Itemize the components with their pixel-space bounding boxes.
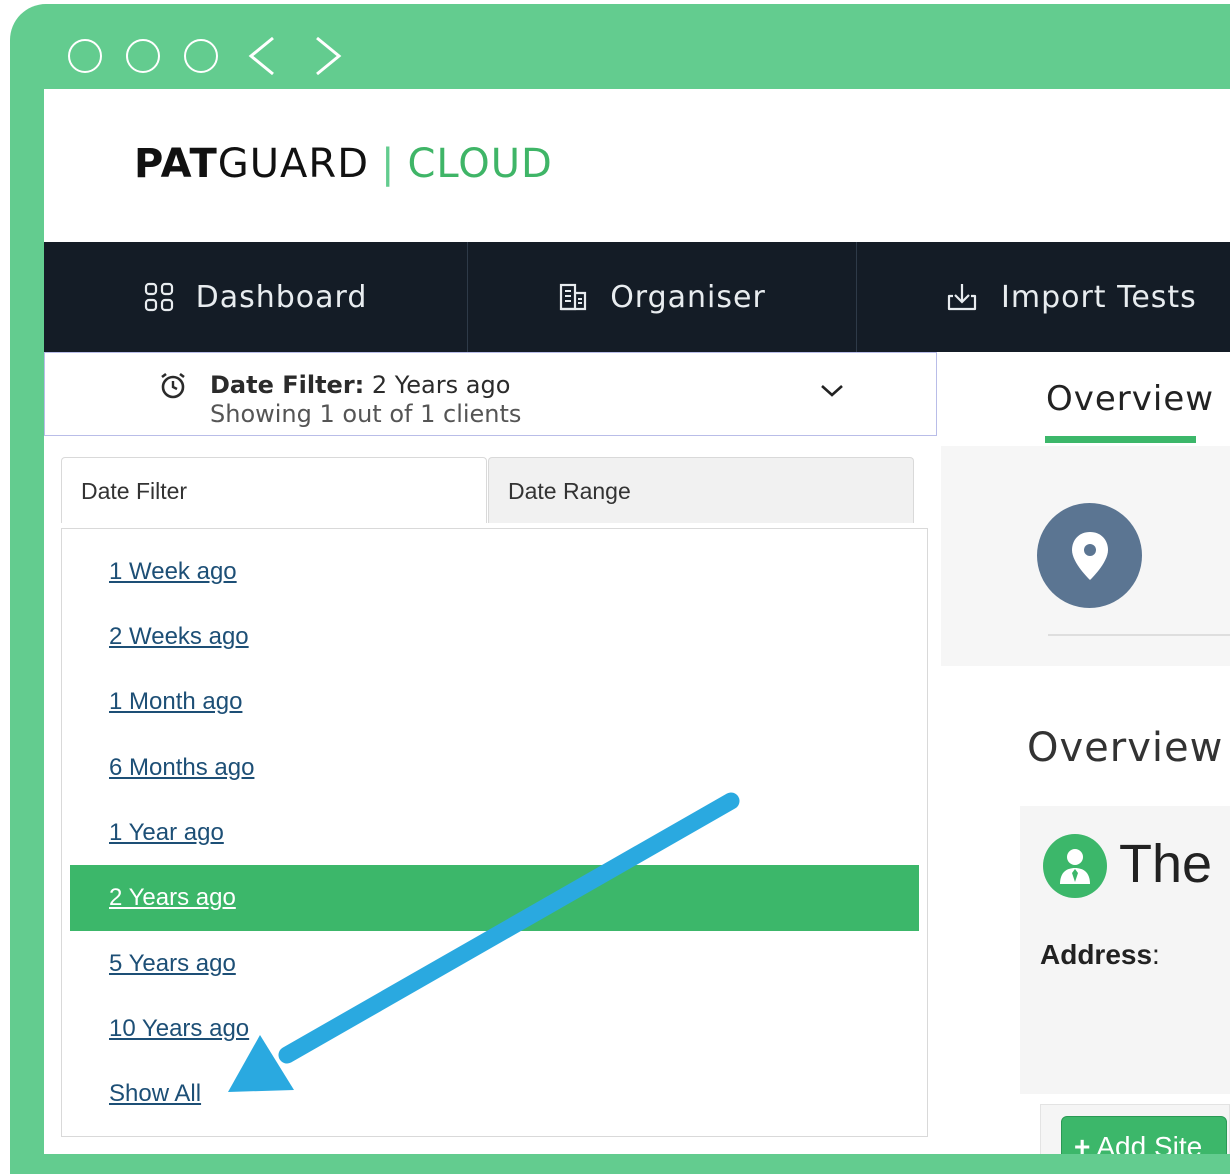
window-button-maximize[interactable] [184, 39, 218, 73]
filter-tabs: Date Filter Date Range [61, 457, 915, 523]
date-filter-dropdown[interactable]: Date Filter: 2 Years ago Showing 1 out o… [44, 352, 937, 436]
client-name: The [1119, 834, 1213, 894]
option-2-weeks[interactable]: 2 Weeks ago [109, 623, 249, 651]
window-button-close[interactable] [68, 39, 102, 73]
download-icon [945, 282, 979, 312]
option-5-years[interactable]: 5 Years ago [109, 950, 236, 978]
plus-icon: + [1074, 1131, 1091, 1154]
back-button[interactable] [242, 34, 282, 78]
divider [1048, 634, 1230, 636]
tab-date-range[interactable]: Date Range [488, 457, 914, 523]
chevron-left-icon [248, 36, 274, 76]
chevron-down-icon[interactable] [818, 381, 846, 406]
main-navbar: Dashboard Organiser Import Tests [44, 242, 1230, 352]
add-site-button[interactable]: + Add Site [1061, 1116, 1227, 1154]
window-button-minimize[interactable] [126, 39, 160, 73]
patguard-logo[interactable]: PATGUARD | CLOUD [134, 141, 553, 187]
option-1-week[interactable]: 1 Week ago [109, 558, 237, 586]
client-count-summary: Showing 1 out of 1 clients [210, 400, 522, 428]
alarm-clock-icon [158, 371, 188, 406]
option-1-month[interactable]: 1 Month ago [109, 688, 242, 716]
browser-controls [68, 34, 348, 78]
overview-heading: Overview [1027, 725, 1224, 771]
active-tab-indicator [1045, 436, 1196, 443]
chevron-right-icon [316, 36, 342, 76]
option-6-months[interactable]: 6 Months ago [109, 754, 254, 782]
address-label: Address: [1040, 939, 1160, 970]
building-icon [558, 282, 588, 312]
option-2-years[interactable]: 2 Years ago [109, 884, 236, 912]
grid-icon [144, 282, 174, 312]
nav-item-import-tests[interactable]: Import Tests [857, 242, 1230, 352]
location-pin-icon [1037, 503, 1142, 608]
date-filter-status: Date Filter: 2 Years ago [210, 371, 511, 399]
client-avatar-icon [1043, 834, 1107, 898]
forward-button[interactable] [308, 34, 348, 78]
option-show-all[interactable]: Show All [109, 1080, 201, 1108]
app-page: PATGUARD | CLOUD Dashboard Organiser Imp… [44, 89, 1230, 1154]
nav-item-dashboard[interactable]: Dashboard [44, 242, 468, 352]
date-filter-options: 1 Week ago 2 Weeks ago 1 Month ago 6 Mon… [61, 528, 928, 1137]
option-10-years[interactable]: 10 Years ago [109, 1015, 249, 1043]
tab-date-filter[interactable]: Date Filter [61, 457, 487, 523]
tab-overview[interactable]: Overview [1046, 379, 1214, 419]
option-1-year[interactable]: 1 Year ago [109, 819, 224, 847]
nav-item-organiser[interactable]: Organiser [468, 242, 857, 352]
